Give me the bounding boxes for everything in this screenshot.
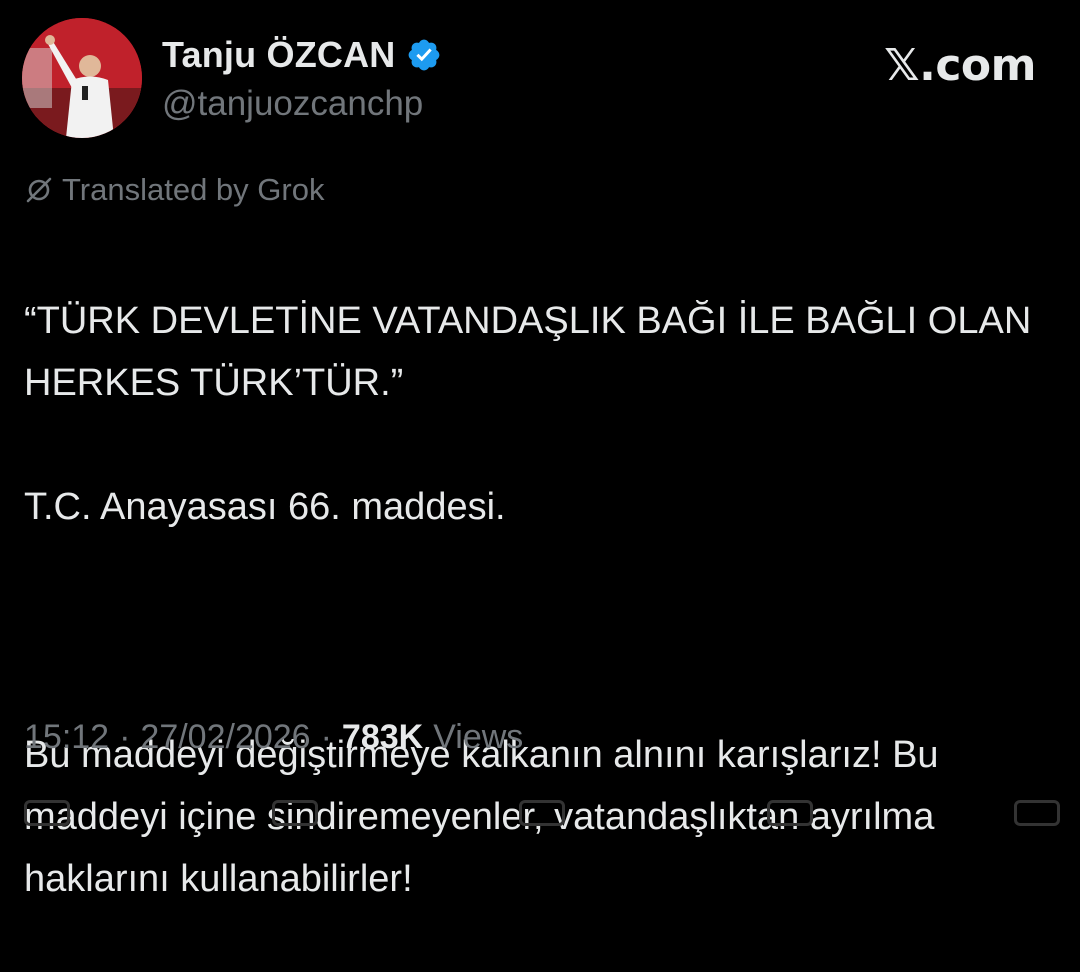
tweet-action-bar (24, 800, 1060, 830)
avatar[interactable] (22, 18, 142, 138)
like-icon[interactable] (519, 800, 565, 826)
display-name[interactable]: Tanju ÖZCAN (162, 34, 396, 76)
translation-label: Translated by Grok (62, 172, 325, 207)
share-icon[interactable] (1014, 800, 1060, 826)
user-handle[interactable]: @tanjuozcanchp (162, 84, 442, 124)
tweet-date[interactable]: 27/02/2026 (140, 718, 310, 757)
tweet-header: Tanju ÖZCAN @tanjuozcanchp 𝕏.com (22, 18, 1058, 140)
tweet-body: “TÜRK DEVLETİNE VATANDAŞLIK BAĞI İLE BAĞ… (24, 228, 1054, 972)
author-info: Tanju ÖZCAN @tanjuozcanchp (162, 32, 442, 124)
verified-badge-icon[interactable] (406, 37, 442, 73)
views-count[interactable]: 783K (342, 718, 423, 757)
tweet-time[interactable]: 15:12 (24, 718, 109, 757)
views-label: Views (433, 718, 524, 756)
profile-photo-icon (22, 18, 142, 138)
translation-notice: Translated by Grok (24, 172, 324, 208)
reply-icon[interactable] (24, 800, 70, 826)
retweet-icon[interactable] (271, 800, 318, 826)
meta-separator: · (320, 718, 332, 756)
globe-slash-icon (26, 177, 52, 203)
tweet-meta: 15:12 · 27/02/2026 · 783K Views (24, 718, 523, 757)
tweet-quote-line: “TÜRK DEVLETİNE VATANDAŞLIK BAĞI İLE BAĞ… (24, 300, 1032, 404)
display-name-row: Tanju ÖZCAN (162, 32, 442, 78)
tweet-source-line: T.C. Anayasası 66. maddesi. (24, 486, 506, 528)
bookmark-icon[interactable] (766, 800, 813, 826)
x-com-logo: 𝕏.com (884, 40, 1036, 91)
meta-separator: · (119, 718, 131, 756)
